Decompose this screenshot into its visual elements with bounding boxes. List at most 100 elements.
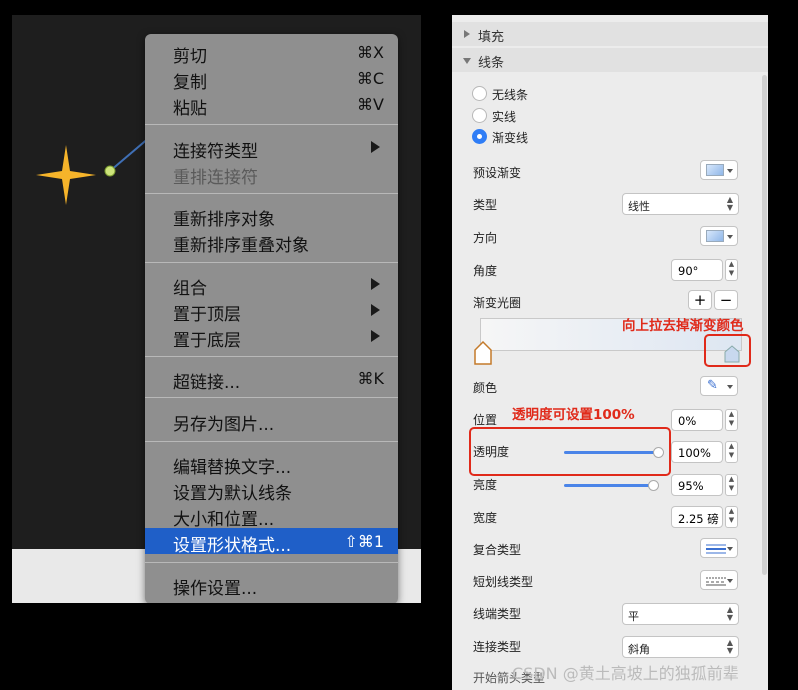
canvas-area: 剪切 ⌘X 复制 ⌘C 粘贴 ⌘V 连接符类型 重排连接符 重新排序对象 重新排… — [12, 15, 421, 603]
context-menu: 剪切 ⌘X 复制 ⌘C 粘贴 ⌘V 连接符类型 重排连接符 重新排序对象 重新排… — [145, 34, 398, 603]
radio-gradient-line[interactable] — [472, 129, 487, 144]
gradient-stop-left[interactable] — [474, 341, 492, 365]
chevron-down-icon — [727, 235, 733, 239]
position-stepper[interactable]: ▲ ▼ — [725, 409, 738, 431]
menu-item-label: 粘贴 — [173, 99, 207, 119]
annotation-transparency-note: 透明度可设置100% — [512, 407, 635, 423]
transparency-input[interactable]: 100% — [671, 441, 723, 463]
menu-item-label: 另存为图片... — [173, 415, 275, 435]
menu-item-group[interactable]: 组合 — [145, 271, 398, 299]
cap-type-select[interactable]: 平 ▲ ▼ — [622, 603, 739, 625]
menu-item-edit-alt-text[interactable]: 编辑替换文字... — [145, 450, 398, 478]
menu-item-format-shape[interactable]: 设置形状格式... ⇧⌘1 — [145, 528, 398, 556]
menu-item-label: 编辑替换文字... — [173, 458, 292, 478]
brightness-slider-knob[interactable] — [648, 480, 660, 491]
add-stop-button[interactable]: + — [688, 290, 712, 310]
menu-item-set-default-line[interactable]: 设置为默认线条 — [145, 476, 398, 504]
annotation-box-gradient-stop — [704, 334, 751, 367]
angle-input[interactable]: 90° — [671, 259, 723, 281]
remove-stop-button[interactable]: − — [714, 290, 738, 310]
menu-item-copy[interactable]: 复制 ⌘C — [145, 65, 398, 93]
position-label: 位置 — [473, 413, 498, 427]
menu-item-bring-to-front[interactable]: 置于顶层 — [145, 297, 398, 325]
direction-picker[interactable] — [700, 226, 738, 246]
menu-item-label: 复制 — [173, 73, 207, 93]
preset-gradient-picker[interactable] — [700, 160, 738, 180]
gradient-swatch-icon — [706, 230, 724, 242]
menu-item-label: 重排连接符 — [173, 168, 258, 188]
menu-item-label: 置于底层 — [173, 331, 241, 351]
line-section-header[interactable]: 线条 — [452, 48, 768, 72]
menu-item-label: 剪切 — [173, 47, 207, 67]
menu-item-size-position[interactable]: 大小和位置... — [145, 502, 398, 530]
brightness-stepper[interactable]: ▲ ▼ — [725, 474, 738, 496]
preset-gradient-label: 预设渐变 — [473, 166, 522, 180]
compound-lines-icon — [706, 544, 726, 554]
brightness-slider[interactable] — [564, 484, 654, 487]
field-value: 2.25 磅 — [678, 512, 719, 526]
menu-item-connector-type[interactable]: 连接符类型 — [145, 134, 398, 162]
menu-separator — [145, 397, 398, 398]
color-picker[interactable]: ✎ — [700, 376, 738, 396]
menu-separator — [145, 356, 398, 357]
transparency-stepper[interactable]: ▲ ▼ — [725, 441, 738, 463]
compound-type-label: 复合类型 — [473, 543, 522, 557]
menu-item-label: 超链接... — [173, 373, 241, 393]
chevron-down-icon — [727, 579, 733, 583]
select-value: 线性 — [628, 200, 650, 213]
radio-label: 实线 — [492, 110, 517, 124]
menu-item-reroute-connectors: 重排连接符 — [145, 160, 398, 188]
field-value: 100% — [678, 446, 711, 460]
radio-no-line[interactable] — [472, 86, 487, 101]
angle-stepper[interactable]: ▲ ▼ — [725, 259, 738, 281]
menu-item-label: 操作设置... — [173, 579, 258, 599]
join-type-select[interactable]: 斜角 ▲ ▼ — [622, 636, 739, 658]
position-input[interactable]: 0% — [671, 409, 723, 431]
field-value: 0% — [678, 414, 697, 428]
radio-solid-line[interactable] — [472, 108, 487, 123]
menu-item-paste[interactable]: 粘贴 ⌘V — [145, 91, 398, 119]
expand-arrow-icon — [463, 58, 471, 64]
brightness-input[interactable]: 95% — [671, 474, 723, 496]
menu-item-label: 重新排序重叠对象 — [173, 236, 309, 256]
pencil-icon: ✎ — [707, 378, 718, 393]
plus-icon: + — [693, 291, 707, 309]
menu-item-cut[interactable]: 剪切 ⌘X — [145, 39, 398, 67]
menu-item-label: 大小和位置... — [173, 510, 275, 530]
menu-separator — [145, 124, 398, 125]
menu-item-label: 设置为默认线条 — [173, 484, 292, 504]
menu-item-send-to-back[interactable]: 置于底层 — [145, 323, 398, 351]
menu-item-save-as-picture[interactable]: 另存为图片... — [145, 407, 398, 435]
section-title: 填充 — [478, 30, 505, 45]
radio-label: 无线条 — [492, 88, 529, 102]
menu-item-label: 连接符类型 — [173, 142, 258, 162]
annotation-box-transparency — [469, 427, 671, 476]
brightness-label: 亮度 — [473, 478, 498, 492]
menu-shortcut: ⌘C — [356, 69, 384, 88]
menu-item-reorder-objects[interactable]: 重新排序对象 — [145, 202, 398, 230]
panel-scrollbar[interactable] — [762, 75, 767, 575]
gradient-stops-label: 渐变光圈 — [473, 296, 522, 310]
menu-item-reorder-overlapping[interactable]: 重新排序重叠对象 — [145, 228, 398, 256]
dash-type-label: 短划线类型 — [473, 575, 534, 589]
compound-type-picker[interactable] — [700, 538, 738, 558]
star-shape[interactable] — [34, 143, 98, 207]
minus-icon: − — [719, 291, 733, 309]
type-label: 类型 — [473, 198, 498, 212]
submenu-arrow-icon — [371, 141, 380, 153]
width-stepper[interactable]: ▲ ▼ — [725, 506, 738, 528]
width-input[interactable]: 2.25 磅 — [671, 506, 723, 528]
up-down-icon: ▲ ▼ — [726, 195, 733, 212]
type-select[interactable]: 线性 ▲ ▼ — [622, 193, 739, 215]
submenu-arrow-icon — [371, 278, 380, 290]
menu-item-hyperlink[interactable]: 超链接... ⌘K — [145, 365, 398, 393]
chevron-down-icon — [727, 385, 733, 389]
menu-separator — [145, 193, 398, 194]
menu-item-label: 组合 — [173, 279, 207, 299]
fill-section-header[interactable]: 填充 — [452, 22, 768, 46]
menu-item-action-settings[interactable]: 操作设置... — [145, 571, 398, 599]
direction-label: 方向 — [473, 231, 498, 245]
annotation-drag-up: 向上拉去掉渐变颜色 — [622, 318, 744, 334]
dash-type-picker[interactable] — [700, 570, 738, 590]
up-down-icon: ▲ ▼ — [726, 638, 733, 655]
